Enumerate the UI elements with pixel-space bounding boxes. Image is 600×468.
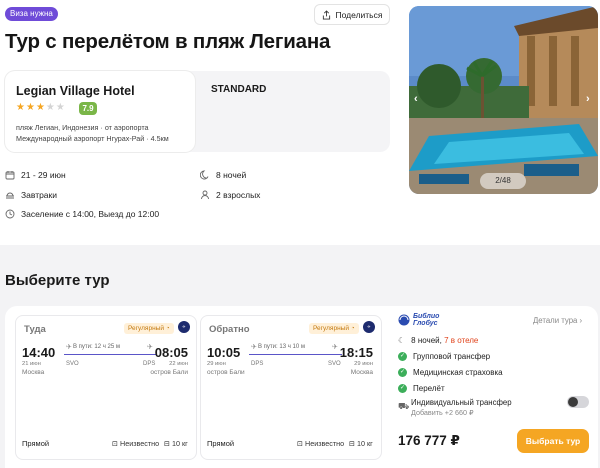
operator-logo: Библио Глобус <box>398 313 443 327</box>
departure-date: 21 июн <box>22 361 41 367</box>
calendar-icon <box>5 171 15 180</box>
baggage-info: ⊟ 10 кг <box>349 439 373 448</box>
check-icon: ✓ <box>398 368 407 377</box>
airline-logo: ✈ <box>363 321 375 333</box>
flight-duration: В пути: 13 ч 10 м <box>258 344 305 350</box>
room-type: STANDARD <box>211 84 267 95</box>
hotel-summary[interactable]: Legian Village Hotel ★ ★ ★ ★ ★ 7.9 пляж … <box>5 71 195 152</box>
nights-info: 8 ночей <box>200 170 246 180</box>
baggage-info: ⊟ 10 кг <box>164 439 188 448</box>
flight-direction: Обратно <box>209 324 250 335</box>
share-icon <box>322 9 330 19</box>
operator-logo-icon <box>398 314 410 326</box>
nights-line: ☾ 8 ночей, 7 в отеле <box>398 336 479 345</box>
moon-icon <box>200 170 209 180</box>
arrival-date: 29 июн <box>354 361 373 367</box>
carry-on-info: ⊡ Неизвестно <box>297 439 345 448</box>
star-icon: ★ <box>35 102 45 113</box>
service-item: ✓ Медицинская страховка <box>398 368 503 377</box>
prev-photo-icon[interactable]: ‹ <box>414 93 418 105</box>
checkin-info: Заселение с 14:00, Выезд до 12:00 <box>5 209 159 219</box>
route-line <box>64 354 157 355</box>
visa-badge: Виза нужна <box>5 7 58 21</box>
takeoff-icon: ✈ <box>66 344 72 351</box>
arrival-time: 08:05 <box>154 345 188 360</box>
carry-on-info: ⊡ Неизвестно <box>112 439 160 448</box>
departure-city: остров Бали <box>207 369 245 376</box>
departure-airport: SVO <box>66 361 79 367</box>
check-icon: ✓ <box>398 384 407 393</box>
share-button[interactable]: Поделиться <box>314 4 390 25</box>
page-title: Тур с перелётом в пляж Легиана <box>5 30 331 53</box>
share-label: Поделиться <box>335 9 383 20</box>
transfer-label: Индивидуальный трансфер <box>411 398 512 407</box>
arrival-airport: DPS <box>143 361 156 367</box>
service-item: ✓ Групповой трансфер <box>398 352 491 361</box>
route-line <box>249 354 342 355</box>
meal-info: Завтраки <box>5 190 57 200</box>
flight-return[interactable]: Обратно Регулярный ◔ ✈ 10:05 ✈ В пути: 1… <box>200 315 382 460</box>
clock-icon <box>5 209 15 219</box>
hotel-location: пляж Легиан, Индонезия · от аэропорта <box>16 123 149 132</box>
departure-time: 14:40 <box>22 345 56 360</box>
regular-badge: Регулярный ◔ <box>124 323 174 334</box>
stops-label: Прямой <box>22 439 50 448</box>
hotel-card: Legian Village Hotel ★ ★ ★ ★ ★ 7.9 пляж … <box>5 71 390 152</box>
departure-time: 10:05 <box>207 345 241 360</box>
car-icon: ⛟ <box>398 401 410 411</box>
hotel-photo[interactable] <box>409 6 598 194</box>
suitcase-icon: ⊟ <box>164 439 171 448</box>
departure-airport: DPS <box>251 361 264 367</box>
flight-outbound[interactable]: Туда Регулярный ◔ ✈ 14:40 ✈ В пути: 12 ч… <box>15 315 197 460</box>
arrival-city: Москва <box>350 369 373 376</box>
tour-details-link[interactable]: Детали тура › <box>533 316 582 325</box>
landing-icon: ✈ <box>332 344 338 351</box>
arrival-time: 18:15 <box>339 345 373 360</box>
next-photo-icon[interactable]: › <box>586 93 590 105</box>
arrival-date: 22 июн <box>169 361 188 367</box>
flight-duration: В пути: 12 ч 25 м <box>73 344 120 350</box>
dates-info: 21 - 29 июн <box>5 170 66 180</box>
departure-date: 29 июн <box>207 361 226 367</box>
arrival-city: остров Бали <box>150 369 188 376</box>
star-icon: ★ <box>55 102 65 113</box>
guests-info: 2 взрослых <box>200 190 260 200</box>
bag-icon: ⊡ <box>112 439 119 448</box>
flight-direction: Туда <box>24 324 46 335</box>
arrival-airport: SVO <box>328 361 341 367</box>
hotel-name[interactable]: Legian Village Hotel <box>16 84 135 98</box>
transfer-price: Добавить +2 660 ₽ <box>411 408 474 417</box>
star-icon: ★ <box>25 102 35 113</box>
hotel-airport: Международный аэропорт Нгурах-Рай · 4.5к… <box>16 134 169 143</box>
tour-price: 176 777 ₽ <box>398 433 460 448</box>
choose-tour-button[interactable]: Выбрать тур <box>517 429 589 453</box>
regular-badge: Регулярный ◔ <box>309 323 359 334</box>
operator-name: Библио Глобус <box>413 313 440 327</box>
meal-icon <box>6 192 14 199</box>
user-icon <box>201 190 209 200</box>
takeoff-icon: ✈ <box>251 344 257 351</box>
airline-logo: ✈ <box>178 321 190 333</box>
rating-badge: 7.9 <box>79 102 97 115</box>
check-icon: ✓ <box>398 352 407 361</box>
photo-counter: 2/48 <box>480 173 526 189</box>
bag-icon: ⊡ <box>297 439 304 448</box>
stops-label: Прямой <box>207 439 235 448</box>
transfer-toggle[interactable] <box>567 396 589 408</box>
landing-icon: ✈ <box>147 344 153 351</box>
departure-city: Москва <box>22 369 45 376</box>
section-title: Выберите тур <box>5 272 110 289</box>
moon-icon: ☾ <box>398 336 406 345</box>
hotel-stars: ★ ★ ★ ★ ★ <box>16 102 65 114</box>
star-icon: ★ <box>16 102 25 113</box>
suitcase-icon: ⊟ <box>349 439 356 448</box>
service-item: ✓ Перелёт <box>398 384 445 393</box>
star-icon: ★ <box>45 102 55 113</box>
